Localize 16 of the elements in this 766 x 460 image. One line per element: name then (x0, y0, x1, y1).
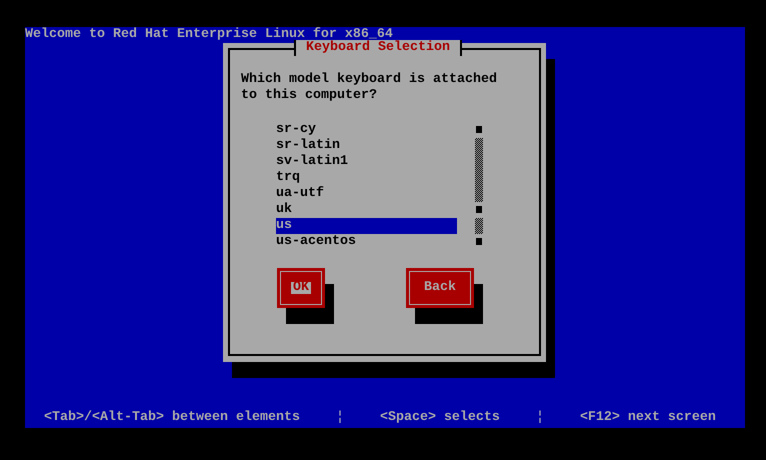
dialog-title: Keyboard Selection (294, 40, 462, 56)
keyboard-list-item[interactable]: sv-latin1 (276, 154, 348, 170)
keyboard-list-item[interactable]: sr-latin (276, 138, 340, 154)
keyboard-list-item[interactable]: us (276, 218, 457, 234)
key-hint: <Tab>/<Alt-Tab> between elements (44, 410, 300, 426)
keyboard-list-item[interactable]: sr-cy (276, 122, 316, 138)
key-hint: <F12> next screen (580, 410, 716, 426)
welcome-title: Welcome to Red Hat Enterprise Linux for x86_64 (25, 27, 393, 42)
separator-mark: ¦ (336, 410, 344, 426)
prompt-text: Which model keyboard is attached to this computer? (241, 72, 498, 104)
separator-mark: ¦ (536, 410, 544, 426)
keyboard-list-item[interactable]: us-acentos (276, 234, 356, 250)
keyboard-list-item[interactable]: ua-utf (276, 186, 324, 202)
key-hint: <Space> selects (380, 410, 500, 426)
keyboard-list-item[interactable]: trq (276, 170, 300, 186)
keyboard-list-item[interactable]: uk (276, 202, 292, 218)
